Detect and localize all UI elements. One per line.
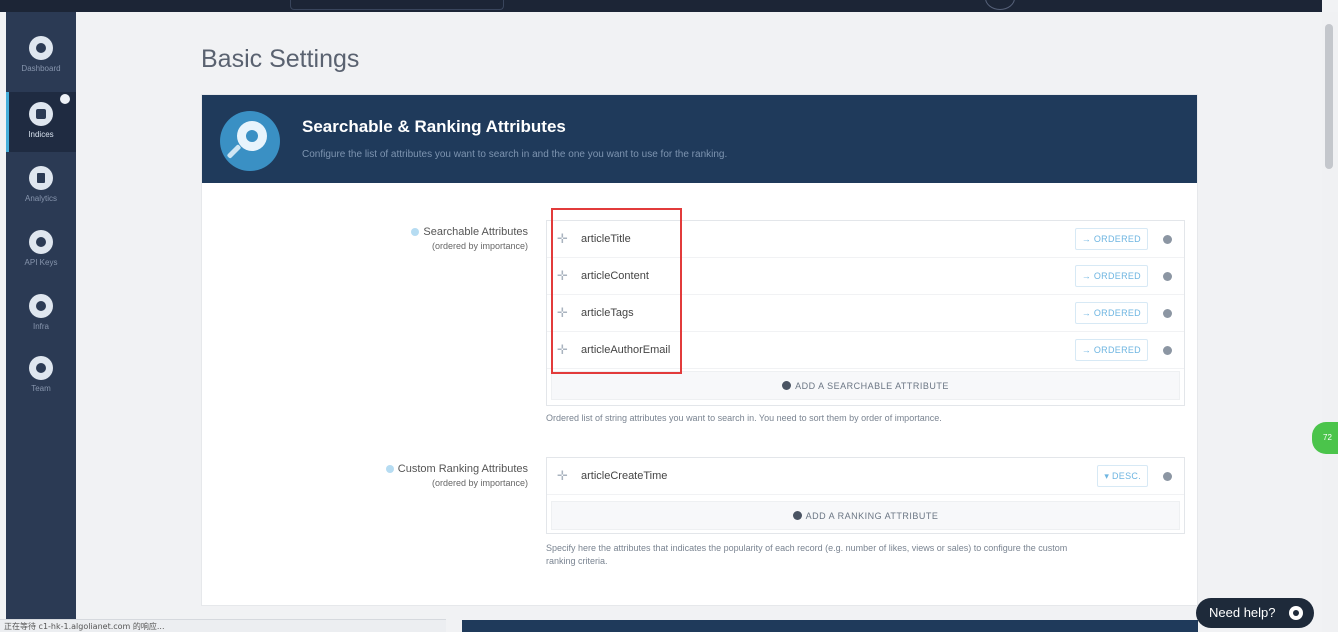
key-icon bbox=[29, 230, 53, 254]
drag-handle-icon[interactable]: ✛ bbox=[557, 232, 568, 245]
sidebar: Dashboard Indices Analytics API Keys Inf… bbox=[6, 12, 76, 632]
sidebar-item-label: Indices bbox=[28, 130, 54, 139]
team-icon bbox=[29, 356, 53, 380]
drag-handle-icon[interactable]: ✛ bbox=[557, 469, 568, 482]
remove-icon[interactable] bbox=[1163, 272, 1172, 281]
section-header: Searchable & Ranking Attributes Configur… bbox=[202, 95, 1197, 183]
sidebar-item-dashboard[interactable]: Dashboard bbox=[6, 36, 76, 96]
desc-order-dropdown[interactable]: ▾ DESC. bbox=[1097, 465, 1148, 487]
remove-icon[interactable] bbox=[1163, 235, 1172, 244]
remove-icon[interactable] bbox=[1163, 309, 1172, 318]
drag-handle-icon[interactable]: ✛ bbox=[557, 343, 568, 356]
attribute-name: articleCreateTime bbox=[581, 470, 668, 482]
ordered-toggle-button[interactable]: → ORDERED bbox=[1074, 265, 1148, 287]
field-sublabel: (ordered by importance) bbox=[431, 478, 528, 488]
sidebar-item-label: Infra bbox=[32, 322, 49, 331]
remove-icon[interactable] bbox=[1163, 472, 1172, 481]
floating-widget[interactable]: 72 bbox=[1312, 422, 1338, 454]
attribute-name: articleTitle bbox=[581, 233, 631, 245]
page-scrollbar[interactable] bbox=[1322, 12, 1338, 632]
ordered-toggle-button[interactable]: → ORDERED bbox=[1074, 228, 1148, 250]
field-label-text: Custom Ranking Attributes bbox=[397, 463, 528, 475]
drag-handle-icon[interactable]: ✛ bbox=[557, 269, 568, 282]
remove-icon[interactable] bbox=[1163, 346, 1172, 355]
next-section-header bbox=[462, 620, 1198, 632]
ordered-toggle-button[interactable]: → ORDERED bbox=[1074, 339, 1148, 361]
gauge-icon bbox=[29, 36, 53, 60]
avatar[interactable] bbox=[985, 0, 1015, 10]
section-title: Searchable & Ranking Attributes bbox=[302, 117, 566, 136]
button-label: ADD A RANKING ATTRIBUTE bbox=[805, 511, 939, 521]
drag-handle-icon[interactable]: ✛ bbox=[557, 306, 568, 319]
servers-icon bbox=[29, 294, 53, 318]
bar-chart-icon bbox=[29, 166, 53, 190]
ranking-help-text: Specify here the attributes that indicat… bbox=[546, 542, 1191, 568]
button-label: Need help? bbox=[1209, 605, 1276, 620]
list-item[interactable]: ✛ articleAuthorEmail → ORDERED bbox=[547, 332, 1184, 369]
sidebar-item-label: Team bbox=[31, 384, 51, 393]
searchable-help-text: Ordered list of string attributes you wa… bbox=[546, 413, 942, 423]
sidebar-item-label: API Keys bbox=[24, 258, 58, 267]
ranking-attributes-label: Custom Ranking Attributes (ordered by im… bbox=[328, 463, 528, 488]
lifebuoy-icon bbox=[1289, 606, 1303, 620]
info-icon[interactable] bbox=[411, 228, 420, 237]
help-line: ranking criteria. bbox=[546, 556, 608, 566]
list-item[interactable]: ✛ articleTitle → ORDERED bbox=[547, 221, 1184, 258]
page-title: Basic Settings bbox=[201, 45, 360, 73]
sidebar-item-label: Dashboard bbox=[21, 64, 61, 73]
search-heart-icon bbox=[220, 111, 280, 171]
add-searchable-attribute-button[interactable]: ADD A SEARCHABLE ATTRIBUTE bbox=[551, 371, 1180, 400]
plus-circle-icon bbox=[792, 511, 802, 520]
list-item[interactable]: ✛ articleCreateTime ▾ DESC. bbox=[547, 458, 1184, 495]
list-item[interactable]: ✛ articleTags → ORDERED bbox=[547, 295, 1184, 332]
button-label: ADD A SEARCHABLE ATTRIBUTE bbox=[795, 381, 949, 391]
attribute-name: articleTags bbox=[581, 307, 634, 319]
sidebar-item-label: Analytics bbox=[24, 194, 57, 203]
list-item[interactable]: ✛ articleContent → ORDERED bbox=[547, 258, 1184, 295]
sidebar-item-indices[interactable]: Indices bbox=[6, 92, 76, 152]
sidebar-item-team[interactable]: Team bbox=[6, 356, 76, 416]
attribute-name: articleAuthorEmail bbox=[581, 344, 671, 356]
need-help-button[interactable]: Need help? bbox=[1196, 598, 1314, 628]
database-icon bbox=[29, 102, 53, 126]
info-icon[interactable] bbox=[385, 465, 394, 474]
top-navbar bbox=[0, 0, 1322, 12]
browser-status-bar: 正在等待 c1-hk-1.algolianet.com 的响应... bbox=[0, 619, 446, 632]
section-description: Configure the list of attributes you wan… bbox=[302, 149, 728, 160]
attribute-name: articleContent bbox=[581, 270, 649, 282]
ordered-toggle-button[interactable]: → ORDERED bbox=[1074, 302, 1148, 324]
add-ranking-attribute-button[interactable]: ADD A RANKING ATTRIBUTE bbox=[551, 501, 1180, 530]
widget-label: 72 bbox=[1323, 433, 1332, 442]
minus-circle-icon[interactable] bbox=[60, 94, 70, 104]
searchable-attributes-label: Searchable Attributes (ordered by import… bbox=[328, 226, 528, 251]
global-search-input[interactable] bbox=[290, 0, 504, 10]
sidebar-item-analytics[interactable]: Analytics bbox=[6, 166, 76, 226]
plus-circle-icon bbox=[782, 381, 792, 390]
help-line: Specify here the attributes that indicat… bbox=[546, 543, 1068, 553]
sidebar-item-api-keys[interactable]: API Keys bbox=[6, 230, 76, 290]
field-sublabel: (ordered by importance) bbox=[431, 241, 528, 251]
field-label-text: Searchable Attributes bbox=[423, 226, 528, 238]
sidebar-item-infra[interactable]: Infra bbox=[6, 294, 76, 354]
scrollbar-thumb[interactable] bbox=[1325, 24, 1333, 169]
